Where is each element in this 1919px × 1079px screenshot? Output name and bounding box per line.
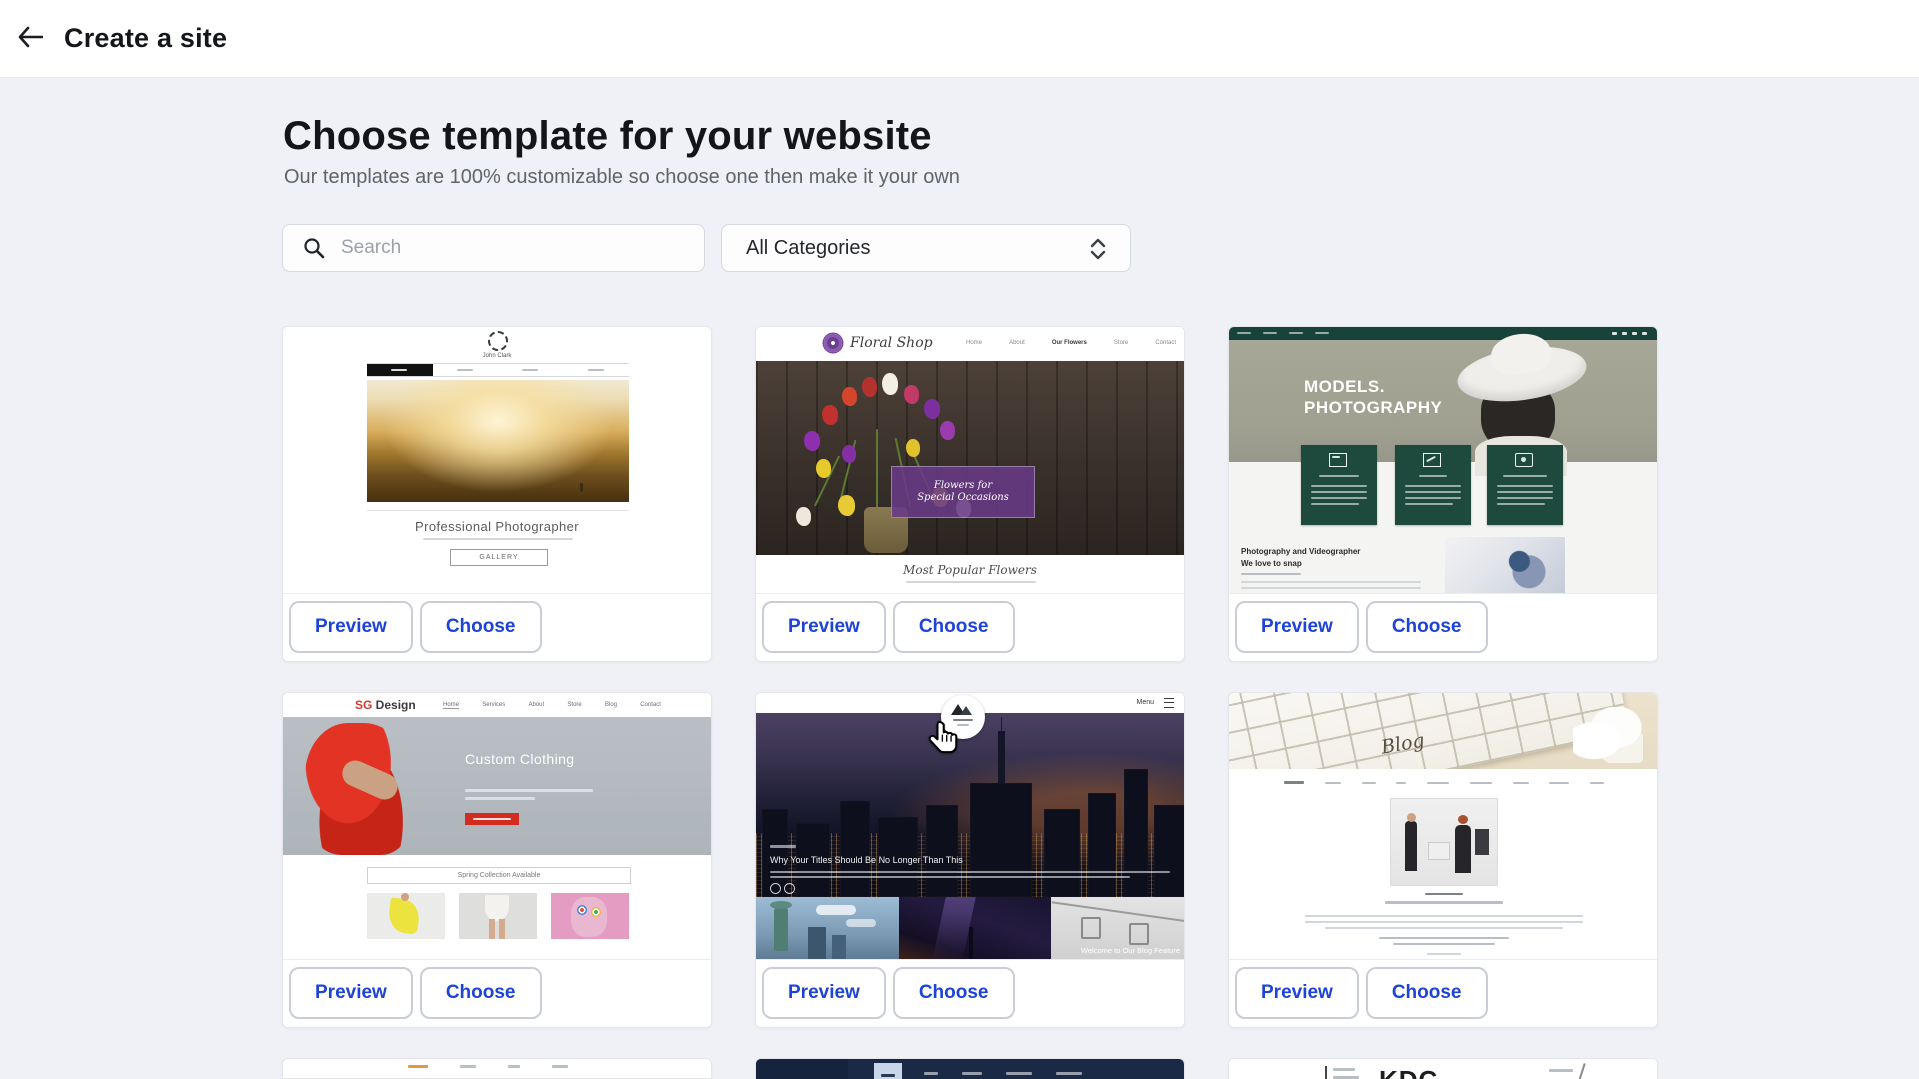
choose-button[interactable]: Choose bbox=[420, 601, 542, 653]
choose-button[interactable]: Choose bbox=[1366, 601, 1488, 653]
template-card-floral-shop: Floral Shop HomeAboutOur FlowersStoreCon… bbox=[755, 326, 1185, 662]
mini-brand: KDC bbox=[1379, 1065, 1438, 1079]
mini-photo bbox=[1445, 537, 1565, 593]
back-button[interactable] bbox=[8, 17, 52, 61]
mini-product-tiles: Dress Collections Dress Collection Swim … bbox=[367, 893, 629, 953]
section-heading: Choose template for your website bbox=[283, 114, 932, 159]
mini-navbar bbox=[367, 363, 629, 377]
mini-hero-keyboard: Blog bbox=[1229, 693, 1657, 769]
topbar: Create a site bbox=[0, 0, 1919, 78]
category-select-value: All Categories bbox=[746, 237, 871, 260]
mini-circular-logo bbox=[941, 695, 985, 739]
mini-photo-caption: Welcome to Our Blog Feature bbox=[1081, 946, 1180, 955]
mini-hero-model: MODELS.PHOTOGRAPHY bbox=[1229, 340, 1657, 462]
card-actions: Preview Choose bbox=[1229, 959, 1657, 1027]
search-input[interactable] bbox=[282, 224, 705, 272]
mini-cta-button bbox=[465, 813, 519, 825]
mini-section-heading: Most Popular Flowers bbox=[756, 563, 1184, 577]
choose-button[interactable]: Choose bbox=[1366, 967, 1488, 1019]
card-actions: Preview Choose bbox=[283, 959, 711, 1027]
preview-button[interactable]: Preview bbox=[762, 601, 886, 653]
template-thumbnail-floral-shop[interactable]: Floral Shop HomeAboutOur FlowersStoreCon… bbox=[756, 327, 1184, 593]
hamburger-menu-icon bbox=[1164, 698, 1174, 708]
flower-decoration bbox=[1573, 707, 1643, 763]
mini-navbar bbox=[1284, 781, 1604, 784]
mini-menu-label: Menu bbox=[1136, 699, 1154, 706]
mini-navbar: HomeServicesAboutStoreBlogContact bbox=[443, 702, 661, 709]
create-site-page: Create a site Choose template for your w… bbox=[0, 0, 1919, 1079]
mini-hero-photo-tulips: Flowers for Special Occasions bbox=[756, 361, 1184, 555]
mini-banner: Spring Collection Available bbox=[367, 867, 631, 884]
template-card-travel-blog: Menu bbox=[755, 692, 1185, 1028]
preview-button[interactable]: Preview bbox=[762, 967, 886, 1019]
mini-logo-text: John Clark bbox=[283, 353, 711, 359]
mini-headline: Why Your Titles Should Be No Longer Than… bbox=[770, 855, 963, 865]
preview-button[interactable]: Preview bbox=[289, 967, 413, 1019]
mini-gallery-button: GALLERY bbox=[450, 549, 548, 566]
template-card-photographer: John Clark Professional Photographer GAL… bbox=[282, 326, 712, 662]
choose-button[interactable]: Choose bbox=[893, 601, 1015, 653]
mini-hero-nyc-skyline: Why Your Titles Should Be No Longer Than… bbox=[756, 713, 1184, 897]
chevron-up-down-icon bbox=[1088, 235, 1108, 263]
mini-navbar bbox=[408, 1065, 568, 1068]
preview-button[interactable]: Preview bbox=[1235, 601, 1359, 653]
template-thumbnail-blog[interactable]: Blog bbox=[1229, 693, 1657, 959]
card-actions: Preview Choose bbox=[283, 593, 711, 661]
preview-button[interactable]: Preview bbox=[1235, 967, 1359, 1019]
template-card-sg-design: SG Design HomeServicesAboutStoreBlogCont… bbox=[282, 692, 712, 1028]
search-icon bbox=[302, 236, 326, 260]
mini-feature-section: Photography and Videographer We love to … bbox=[1229, 529, 1657, 593]
template-thumbnail-photographer[interactable]: John Clark Professional Photographer GAL… bbox=[283, 327, 711, 593]
mini-hero-photo-field bbox=[367, 380, 629, 502]
mini-navbar: HomeAboutOur FlowersStoreContact bbox=[966, 340, 1176, 346]
template-thumbnail-partial-2[interactable] bbox=[756, 1059, 1184, 1079]
template-thumbnail-sg-design[interactable]: SG Design HomeServicesAboutStoreBlogCont… bbox=[283, 693, 711, 959]
camera-shutter-logo-icon bbox=[488, 331, 508, 351]
preview-button[interactable]: Preview bbox=[289, 601, 413, 653]
choose-button[interactable]: Choose bbox=[420, 967, 542, 1019]
template-card-partial-1: Preview Choose bbox=[282, 1058, 712, 1079]
mini-navbar-navy bbox=[756, 1059, 1184, 1079]
template-grid: John Clark Professional Photographer GAL… bbox=[282, 326, 1658, 1079]
template-card-blog: Blog bbox=[1228, 692, 1658, 1028]
mini-brand: SG Design bbox=[355, 698, 416, 712]
template-thumbnail-partial-1[interactable] bbox=[283, 1059, 711, 1079]
mini-photo-salon bbox=[1391, 799, 1497, 885]
mini-heading: Professional Photographer bbox=[283, 519, 711, 534]
mini-brand: Floral Shop bbox=[850, 335, 933, 351]
mini-photo-strip: Welcome to Our Blog Feature bbox=[756, 897, 1184, 959]
template-thumbnail-models-photography[interactable]: MODELS.PHOTOGRAPHY bbox=[1229, 327, 1657, 593]
section-subheading: Our templates are 100% customizable so c… bbox=[284, 166, 960, 189]
choose-button[interactable]: Choose bbox=[893, 967, 1015, 1019]
mini-hero-overlay: Flowers for Special Occasions bbox=[891, 466, 1035, 518]
mini-feature-cards bbox=[1229, 445, 1657, 529]
template-card-models-photography: MODELS.PHOTOGRAPHY bbox=[1228, 326, 1658, 662]
page-title: Create a site bbox=[64, 23, 227, 54]
arrow-left-icon bbox=[17, 26, 43, 51]
card-actions: Preview Choose bbox=[756, 959, 1184, 1027]
template-thumbnail-partial-3[interactable]: KDC bbox=[1229, 1059, 1657, 1079]
category-select[interactable]: All Categories bbox=[721, 224, 1131, 272]
card-actions: Preview Choose bbox=[756, 593, 1184, 661]
mini-hero-red-dress: Custom Clothing bbox=[283, 717, 711, 855]
template-thumbnail-travel-blog[interactable]: Menu bbox=[756, 693, 1184, 959]
search-field-wrap bbox=[282, 224, 705, 272]
card-actions: Preview Choose bbox=[1229, 593, 1657, 661]
mini-navbar bbox=[1229, 327, 1657, 340]
flower-logo-icon bbox=[824, 334, 842, 352]
template-card-partial-2: Preview Choose bbox=[755, 1058, 1185, 1079]
template-card-partial-3: KDC Preview Choose bbox=[1228, 1058, 1658, 1079]
